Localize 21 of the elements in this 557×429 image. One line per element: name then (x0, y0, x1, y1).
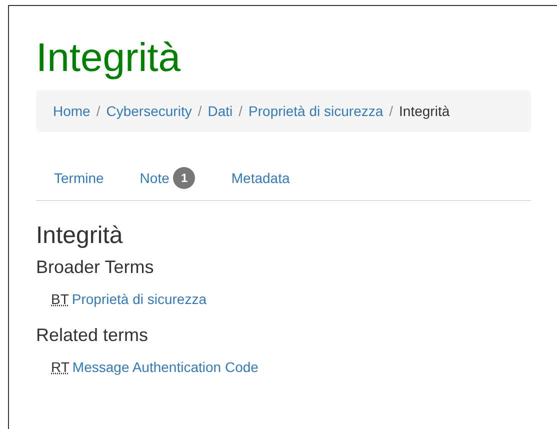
term-link[interactable]: Message Authentication Code (72, 356, 258, 378)
term-heading: Integrità (36, 221, 124, 251)
count-badge: 1 (173, 167, 196, 189)
section-heading: Broader Terms (36, 256, 155, 279)
breadcrumb-separator: / (95, 102, 102, 120)
relation-abbreviation: RT (51, 358, 70, 376)
tab[interactable]: Metadata (213, 168, 308, 188)
term-link[interactable]: Proprietà di sicurezza (72, 288, 207, 310)
breadcrumb-current: Integrità (399, 102, 450, 121)
breadcrumb-separator: / (196, 102, 203, 120)
breadcrumb-link[interactable]: Home (53, 100, 90, 122)
breadcrumb-separator: / (388, 102, 394, 120)
breadcrumb-link[interactable]: Cybersecurity (106, 100, 192, 122)
breadcrumb-separator: / (238, 102, 244, 120)
relation-abbreviation: BT (51, 290, 69, 308)
tab[interactable]: Termine (36, 168, 122, 188)
page-title: Integrità (36, 36, 182, 80)
breadcrumb-link[interactable]: Dati (208, 100, 233, 122)
section-heading: Related terms (36, 324, 150, 347)
breadcrumb-link[interactable]: Proprietà di sicurezza (248, 100, 384, 122)
tab[interactable]: Note 1 (122, 167, 214, 189)
